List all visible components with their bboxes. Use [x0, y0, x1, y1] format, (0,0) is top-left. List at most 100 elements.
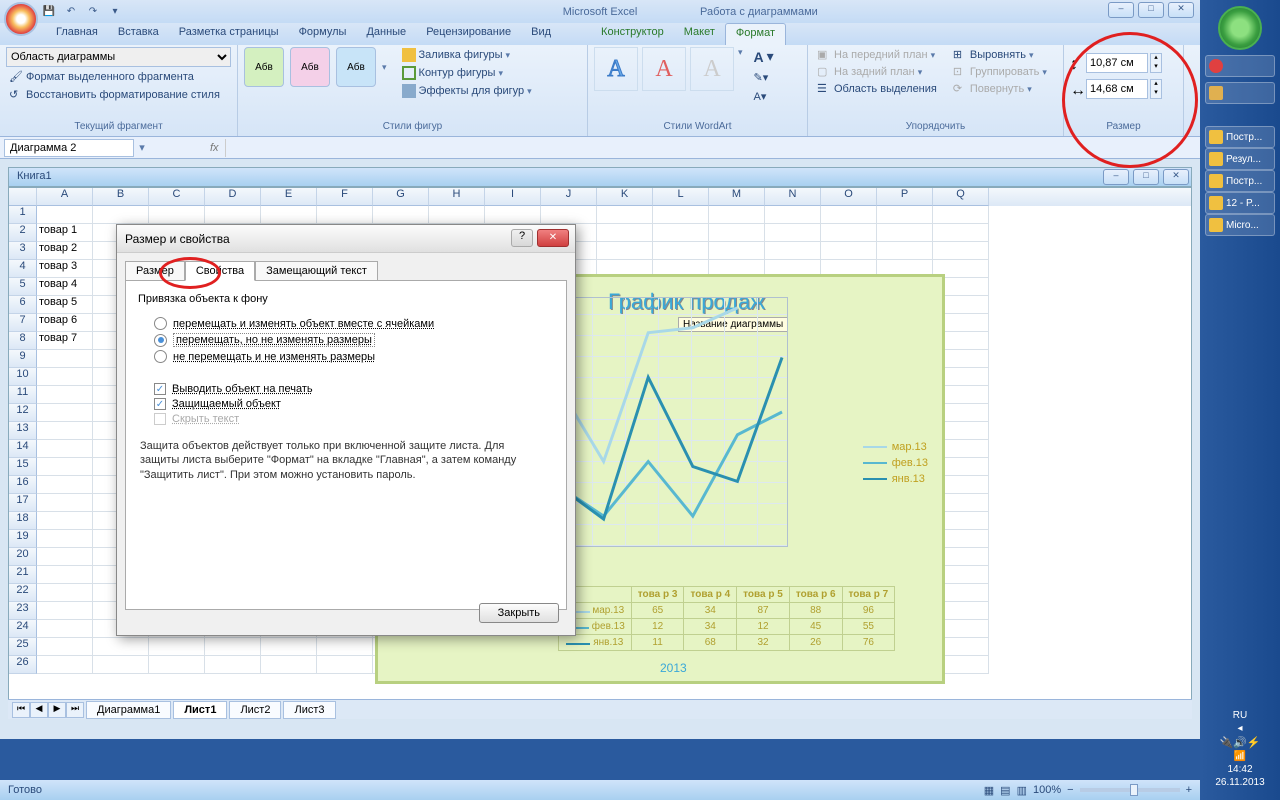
cell[interactable] — [93, 206, 149, 224]
cell[interactable] — [149, 656, 205, 674]
cell[interactable]: товар 5 — [37, 296, 93, 314]
cell[interactable] — [709, 242, 765, 260]
sheet-nav-last[interactable]: ⏭ — [66, 702, 84, 718]
cell[interactable] — [205, 638, 261, 656]
wb-maximize-button[interactable]: □ — [1133, 169, 1159, 185]
cell[interactable]: товар 6 — [37, 314, 93, 332]
col-header[interactable]: P — [877, 188, 933, 206]
shape-fill-button[interactable]: Заливка фигуры — [399, 47, 535, 63]
cell[interactable] — [933, 224, 989, 242]
row-header[interactable]: 24 — [9, 620, 37, 638]
height-spinner[interactable]: ▴▾ — [1150, 53, 1162, 73]
zoom-out-button[interactable]: − — [1067, 784, 1073, 796]
height-input[interactable]: 10,87 см — [1086, 53, 1148, 73]
cell[interactable] — [261, 656, 317, 674]
cell[interactable] — [37, 584, 93, 602]
selection-pane-button[interactable]: ☰Область выделения — [814, 81, 940, 97]
cell[interactable] — [261, 206, 317, 224]
taskbar-item[interactable]: 12 - P... — [1205, 192, 1275, 214]
row-header[interactable]: 1 — [9, 206, 37, 224]
chart-legend[interactable]: мар.13 фев.13 янв.13 — [863, 437, 928, 489]
text-outline-icon[interactable]: ✎▾ — [751, 70, 777, 85]
cell[interactable] — [877, 206, 933, 224]
cell[interactable]: товар 4 — [37, 278, 93, 296]
cell[interactable] — [37, 638, 93, 656]
taskbar-item[interactable]: Постр... — [1205, 126, 1275, 148]
cell[interactable] — [37, 494, 93, 512]
chart-plot-area[interactable] — [558, 297, 788, 547]
tray-date[interactable]: 26.11.2013 — [1215, 777, 1264, 788]
row-header[interactable]: 11 — [9, 386, 37, 404]
wordart-style-3[interactable]: A — [690, 47, 734, 91]
send-back-button[interactable]: ▢На задний план — [814, 64, 940, 80]
row-header[interactable]: 19 — [9, 530, 37, 548]
col-header[interactable]: O — [821, 188, 877, 206]
sheet-tab[interactable]: Лист3 — [283, 701, 335, 719]
wordart-more-icon[interactable]: ▾ — [738, 47, 743, 58]
name-box-dropdown-icon[interactable]: ▾ — [134, 141, 150, 154]
cell[interactable] — [597, 242, 653, 260]
width-input[interactable]: 14,68 см — [1086, 79, 1148, 99]
cell[interactable] — [317, 638, 373, 656]
cell[interactable] — [149, 638, 205, 656]
row-header[interactable]: 20 — [9, 548, 37, 566]
formula-input[interactable] — [225, 139, 1200, 157]
sheet-tab[interactable]: Лист2 — [229, 701, 281, 719]
dialog-close-button[interactable]: ✕ — [537, 229, 569, 247]
dialog-tab-size[interactable]: Размер — [125, 261, 185, 281]
cell[interactable] — [37, 620, 93, 638]
tab-review[interactable]: Рецензирование — [416, 23, 521, 45]
cell[interactable] — [317, 206, 373, 224]
row-header[interactable]: 26 — [9, 656, 37, 674]
tab-insert[interactable]: Вставка — [108, 23, 169, 45]
text-fill-icon[interactable]: A▾ — [751, 47, 777, 66]
cell[interactable] — [877, 224, 933, 242]
tab-pagelayout[interactable]: Разметка страницы — [169, 23, 289, 45]
maximize-button[interactable]: □ — [1138, 2, 1164, 18]
cell[interactable] — [261, 638, 317, 656]
tray-lang[interactable]: RU — [1215, 710, 1264, 721]
row-header[interactable]: 3 — [9, 242, 37, 260]
sheet-nav-next[interactable]: ▶ — [48, 702, 66, 718]
cell[interactable] — [37, 530, 93, 548]
cell[interactable] — [37, 350, 93, 368]
taskbar-item[interactable]: Резул... — [1205, 148, 1275, 170]
cell[interactable] — [653, 224, 709, 242]
cell[interactable] — [205, 206, 261, 224]
col-header[interactable]: C — [149, 188, 205, 206]
align-button[interactable]: ⊞Выровнять — [950, 47, 1050, 63]
cell[interactable] — [765, 242, 821, 260]
col-header[interactable]: Q — [933, 188, 989, 206]
col-header[interactable]: B — [93, 188, 149, 206]
tray-icons[interactable]: 🔌🔊⚡ — [1215, 736, 1264, 749]
cell[interactable] — [933, 206, 989, 224]
start-button[interactable] — [1218, 6, 1262, 50]
bring-front-button[interactable]: ▣На передний план — [814, 47, 940, 63]
check-locked[interactable]: ✓ — [154, 398, 166, 410]
dialog-tab-alttext[interactable]: Замещающий текст — [255, 261, 378, 281]
row-header[interactable]: 10 — [9, 368, 37, 386]
row-header[interactable]: 7 — [9, 314, 37, 332]
task-item-folders[interactable] — [1205, 82, 1275, 104]
row-header[interactable]: 4 — [9, 260, 37, 278]
sheet-nav-prev[interactable]: ◀ — [30, 702, 48, 718]
cell[interactable] — [373, 206, 429, 224]
shape-style-2[interactable]: Абв — [290, 47, 330, 87]
radio-move-only[interactable] — [154, 334, 167, 347]
shape-outline-button[interactable]: Контур фигуры — [399, 65, 535, 81]
row-header[interactable]: 14 — [9, 440, 37, 458]
row-header[interactable]: 18 — [9, 512, 37, 530]
close-button[interactable]: ✕ — [1168, 2, 1194, 18]
col-header[interactable]: F — [317, 188, 373, 206]
taskbar-item[interactable]: Постр... — [1205, 170, 1275, 192]
row-header[interactable]: 6 — [9, 296, 37, 314]
cell[interactable] — [821, 224, 877, 242]
cell[interactable] — [37, 206, 93, 224]
cell[interactable] — [93, 638, 149, 656]
cell[interactable] — [37, 566, 93, 584]
cell[interactable] — [821, 206, 877, 224]
col-header[interactable]: E — [261, 188, 317, 206]
row-header[interactable]: 17 — [9, 494, 37, 512]
cell[interactable] — [653, 242, 709, 260]
cell[interactable] — [37, 602, 93, 620]
